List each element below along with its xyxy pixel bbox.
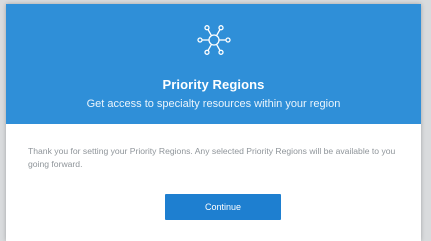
dialog-body: Thank you for setting your Priority Regi… — [6, 124, 421, 171]
priority-regions-dialog: Priority Regions Get access to specialty… — [6, 4, 421, 241]
dialog-title: Priority Regions — [162, 77, 265, 92]
network-hub-icon — [196, 25, 231, 55]
dialog-header: Priority Regions Get access to specialty… — [6, 4, 421, 124]
confirmation-message: Thank you for setting your Priority Regi… — [28, 146, 396, 169]
continue-button[interactable]: Continue — [165, 194, 281, 220]
dialog-subtitle: Get access to specialty resources within… — [86, 98, 341, 110]
